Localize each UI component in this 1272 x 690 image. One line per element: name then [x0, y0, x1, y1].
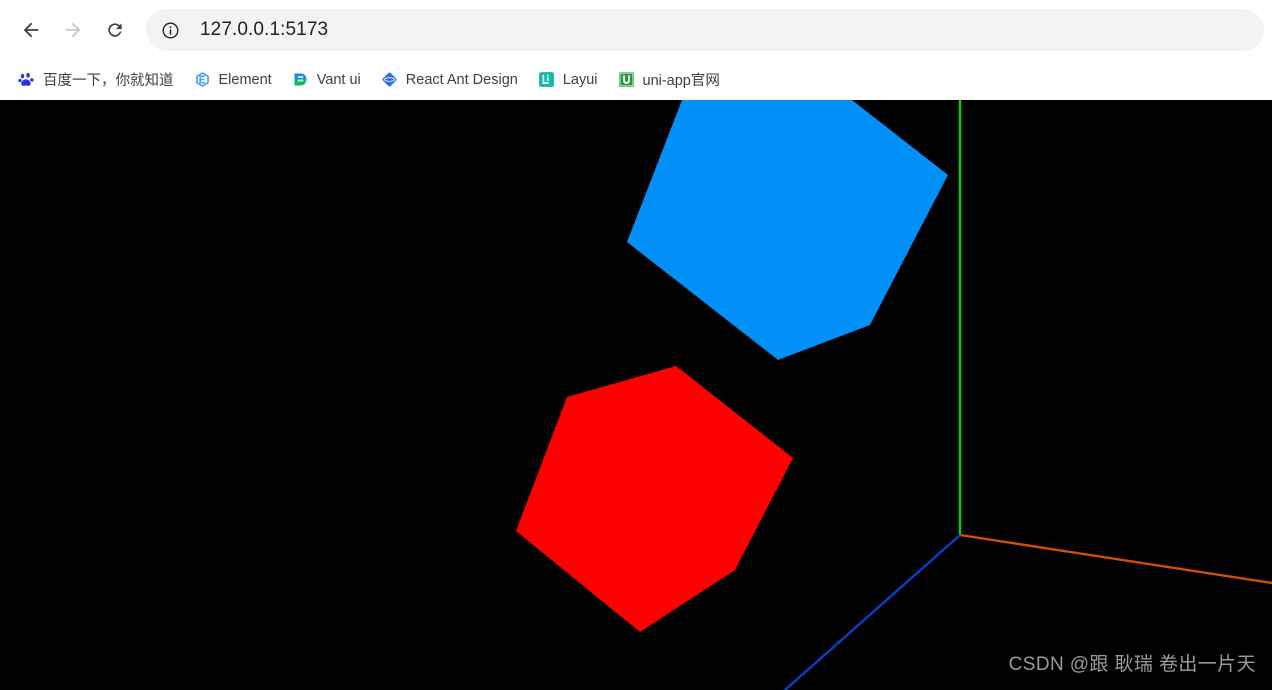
bookmark-label: Layui: [562, 71, 598, 88]
address-bar[interactable]: 127.0.0.1:5173: [146, 9, 1264, 51]
baidu-icon: [18, 71, 35, 88]
bookmarks-bar: 百度一下，你就知道 Element Vant ui React Ant Desi…: [0, 59, 1272, 100]
axis-z: [784, 534, 961, 690]
bookmark-layui[interactable]: Layui: [530, 66, 606, 94]
react-ant-design-icon: [381, 71, 398, 88]
vant-icon: [292, 71, 309, 88]
blue-polygon[interactable]: [627, 100, 948, 360]
bookmark-vant[interactable]: Vant ui: [284, 66, 369, 94]
url-text[interactable]: 127.0.0.1:5173: [200, 19, 328, 41]
reload-icon: [108, 22, 122, 37]
bookmark-element[interactable]: Element: [186, 66, 280, 94]
axis-x: [959, 533, 1272, 585]
browser-window: 127.0.0.1:5173 百度一下，你就知道 Element Vant ui…: [0, 0, 1272, 690]
back-arrow-icon: [23, 22, 39, 37]
uniapp-icon: [618, 71, 635, 88]
layui-icon: [538, 71, 555, 88]
forward-button[interactable]: [56, 13, 90, 47]
bookmark-label: Vant ui: [316, 71, 361, 88]
reload-button[interactable]: [98, 13, 132, 47]
bookmark-label: Element: [218, 71, 272, 88]
watermark-text: CSDN @跟 耿瑞 卷出一片天: [1008, 654, 1256, 675]
forward-arrow-icon: [65, 22, 81, 37]
back-button[interactable]: [14, 13, 48, 47]
browser-chrome: 127.0.0.1:5173 百度一下，你就知道 Element Vant ui…: [0, 0, 1272, 100]
bookmark-label: 百度一下，你就知道: [43, 73, 174, 89]
bookmark-uniapp[interactable]: uni-app官网: [610, 66, 728, 94]
webgl-canvas[interactable]: CSDN @跟 耿瑞 卷出一片天: [0, 100, 1272, 690]
element-icon: [194, 71, 211, 88]
scene-svg: [516, 100, 1272, 690]
bookmark-baidu[interactable]: 百度一下，你就知道: [10, 66, 182, 94]
red-polygon[interactable]: [516, 366, 793, 632]
bookmark-label: React Ant Design: [405, 71, 518, 88]
bookmark-react-ant-design[interactable]: React Ant Design: [373, 66, 526, 94]
info-circle-icon[interactable]: [156, 16, 184, 44]
bookmark-label: uni-app官网: [642, 73, 720, 89]
browser-toolbar: 127.0.0.1:5173: [0, 0, 1272, 59]
